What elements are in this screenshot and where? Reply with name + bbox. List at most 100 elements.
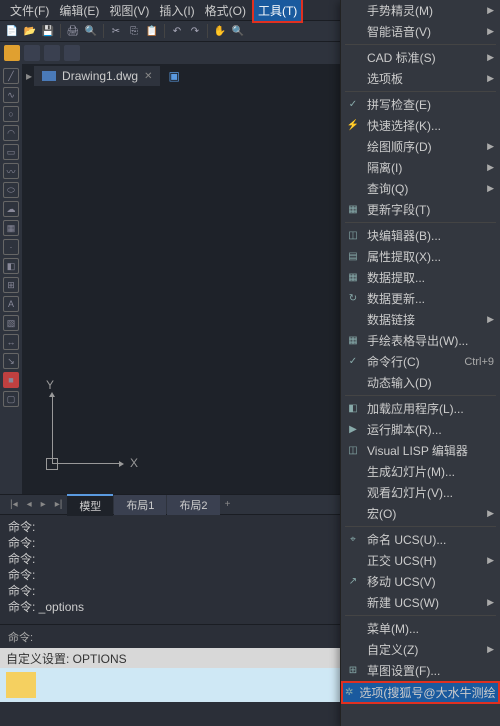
menu-item[interactable]: ✲选项(搜狐号@大水牛测绘 (341, 681, 500, 704)
menu-item[interactable]: ↻数据更新... (341, 288, 500, 309)
menu-item[interactable]: 智能语音(V)▶ (341, 21, 500, 42)
block-icon[interactable]: ◧ (3, 258, 19, 274)
ellipse-icon[interactable]: ⬭ (3, 182, 19, 198)
menu-item-label: 更新字段(T) (367, 201, 494, 218)
tab-model[interactable]: 模型 (67, 494, 113, 516)
separator (345, 222, 496, 223)
menu-item[interactable]: 手势精灵(M)▶ (341, 0, 500, 21)
point-icon[interactable]: · (3, 239, 19, 255)
blank-icon (345, 160, 361, 176)
table-icon[interactable]: ⊞ (3, 277, 19, 293)
menu-item[interactable]: ⌖命名 UCS(U)... (341, 529, 500, 550)
doc-tab[interactable]: Drawing1.dwg ✕ (34, 66, 160, 86)
save-icon[interactable]: 💾 (40, 23, 56, 39)
menu-item[interactable]: 隔离(I)▶ (341, 157, 500, 178)
rect-icon[interactable]: ▭ (3, 144, 19, 160)
menu-item[interactable]: ✓命令行(C)Ctrl+9 (341, 351, 500, 372)
menu-item[interactable]: 菜单(M)... (341, 618, 500, 639)
cloud-icon[interactable]: ☁ (3, 201, 19, 217)
menu-item[interactable]: CAD 标准(S)▶ (341, 47, 500, 68)
submenu-arrow-icon: ▶ (487, 162, 494, 173)
menu-format[interactable]: 格式(O) (201, 0, 250, 21)
menu-item[interactable]: 自定义(Z)▶ (341, 639, 500, 660)
submenu-arrow-icon: ▶ (487, 73, 494, 84)
arc-icon[interactable]: ◠ (3, 125, 19, 141)
menu-item[interactable]: ◫块编辑器(B)... (341, 225, 500, 246)
menu-item[interactable]: ▤属性提取(X)... (341, 246, 500, 267)
qb-3[interactable] (64, 45, 80, 61)
menu-item[interactable]: ▶运行脚本(R)... (341, 419, 500, 440)
qb-2[interactable] (44, 45, 60, 61)
tab-layout1[interactable]: 布局1 (114, 495, 166, 515)
▦-icon: ▦ (345, 202, 361, 218)
leader-icon[interactable]: ↘ (3, 353, 19, 369)
preview-icon[interactable]: 🔍 (83, 23, 99, 39)
copy-icon[interactable]: ⎘ (126, 23, 142, 39)
menu-item[interactable]: 宏(O)▶ (341, 503, 500, 524)
wipeout-icon[interactable]: ▢ (3, 391, 19, 407)
hatch-icon[interactable]: ▦ (3, 220, 19, 236)
menu-file[interactable]: 文件(F) (6, 0, 53, 21)
first-icon[interactable]: |◂ (6, 497, 22, 512)
menu-insert[interactable]: 插入(I) (155, 0, 198, 21)
prev-icon[interactable]: ◂ (23, 497, 36, 512)
explorer-icon[interactable] (6, 672, 36, 698)
spline-icon[interactable]: 〰 (3, 163, 19, 179)
fill-icon[interactable]: ■ (3, 372, 19, 388)
menu-view[interactable]: 视图(V) (105, 0, 153, 21)
menu-item[interactable]: ◧加载应用程序(L)... (341, 398, 500, 419)
axis-y-label: Y (46, 378, 54, 392)
menu-item[interactable]: ⚡快速选择(K)... (341, 115, 500, 136)
separator (103, 24, 104, 38)
new-tab-icon[interactable]: ▣ (168, 69, 179, 83)
pan-icon[interactable]: ✋ (212, 23, 228, 39)
menu-item[interactable]: 动态输入(D) (341, 372, 500, 393)
blank-icon (345, 642, 361, 658)
menu-tools[interactable]: 工具(T) (252, 0, 303, 23)
tools-menu: 手势精灵(M)▶智能语音(V)▶ CAD 标准(S)▶选项板▶ ✓拼写检查(E)⚡快… (340, 0, 500, 726)
menu-item[interactable]: 观看幻灯片(V)... (341, 482, 500, 503)
menu-item[interactable]: 正交 UCS(H)▶ (341, 550, 500, 571)
print-icon[interactable]: 🖨 (65, 23, 81, 39)
undo-icon[interactable]: ↶ (169, 23, 185, 39)
menu-item[interactable]: 数据链接▶ (341, 309, 500, 330)
menu-item[interactable]: 新建 UCS(W)▶ (341, 592, 500, 613)
light-icon[interactable] (4, 45, 20, 61)
redo-icon[interactable]: ↷ (187, 23, 203, 39)
dim-icon[interactable]: ↔ (3, 334, 19, 350)
last-icon[interactable]: ▸| (51, 497, 67, 512)
menu-item[interactable]: 选项板▶ (341, 68, 500, 89)
tab-layout2[interactable]: 布局2 (167, 495, 219, 515)
new-icon[interactable]: 📄 (4, 23, 20, 39)
menu-item-label: 动态输入(D) (367, 374, 494, 391)
cut-icon[interactable]: ✂ (108, 23, 124, 39)
menu-item[interactable]: ▦数据提取... (341, 267, 500, 288)
qb-1[interactable] (24, 45, 40, 61)
open-icon[interactable]: 📂 (22, 23, 38, 39)
text-icon[interactable]: A (3, 296, 19, 312)
polyline-icon[interactable]: ∿ (3, 87, 19, 103)
menu-item[interactable]: 绘图顺序(D)▶ (341, 136, 500, 157)
tab-expand-icon[interactable]: ▸ (26, 69, 32, 83)
separator (60, 24, 61, 38)
menu-item[interactable]: 生成幻灯片(M)... (341, 461, 500, 482)
next-icon[interactable]: ▸ (37, 497, 50, 512)
circle-icon[interactable]: ○ (3, 106, 19, 122)
line-icon[interactable]: ╱ (3, 68, 19, 84)
menu-item[interactable]: ↗移动 UCS(V) (341, 571, 500, 592)
region-icon[interactable]: ▧ (3, 315, 19, 331)
add-layout-icon[interactable]: + (221, 497, 235, 512)
menu-item[interactable]: ▦手绘表格导出(W)... (341, 330, 500, 351)
menu-item[interactable]: 查询(Q)▶ (341, 178, 500, 199)
menu-item[interactable]: ⊞草图设置(F)... (341, 660, 500, 681)
menu-item[interactable]: ◫Visual LISP 编辑器 (341, 440, 500, 461)
menu-item[interactable]: ✓拼写检查(E) (341, 94, 500, 115)
close-icon[interactable]: ✕ (144, 71, 152, 82)
menu-item-label: 拼写检查(E) (367, 96, 494, 113)
zoom-icon[interactable]: 🔍 (230, 23, 246, 39)
command-prompt: 命令: (8, 629, 33, 645)
menu-edit[interactable]: 编辑(E) (55, 0, 103, 21)
paste-icon[interactable]: 📋 (144, 23, 160, 39)
blank-icon (345, 3, 361, 19)
menu-item[interactable]: ▦ 更新字段(T) (341, 199, 500, 220)
